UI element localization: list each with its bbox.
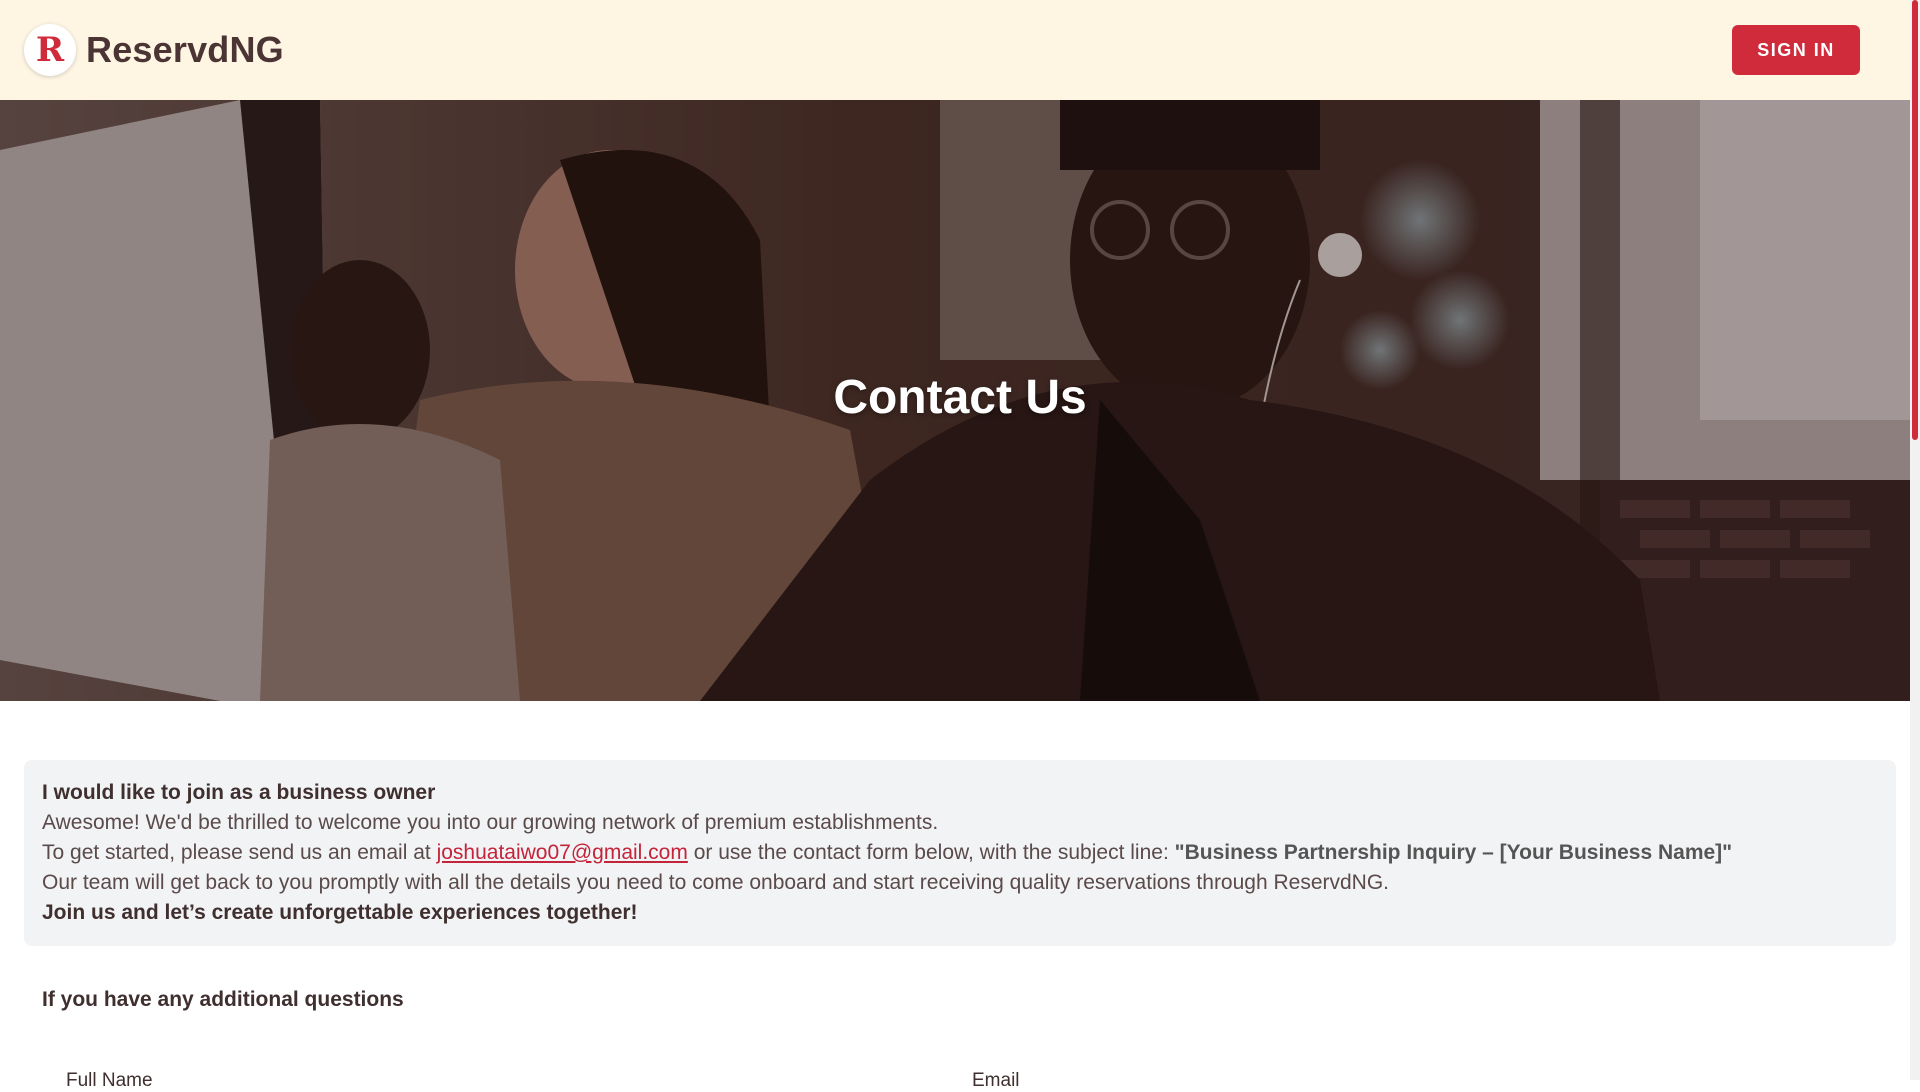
business-owner-info-box: I would like to join as a business owner… <box>24 760 1896 946</box>
info-line-2-middle: or use the contact form below, with the … <box>687 841 1175 864</box>
site-header: R ReservdNG SIGN IN <box>0 0 1910 100</box>
logo-badge-icon: R <box>24 24 76 76</box>
info-line-4: Join us and let’s create unforgettable e… <box>42 901 638 924</box>
full-name-label: Full Name <box>66 1070 153 1091</box>
email-link[interactable]: joshuataiwo07@gmail.com <box>437 841 688 864</box>
hero-banner: Contact Us <box>0 100 1910 701</box>
info-line-3: Our team will get back to you promptly w… <box>42 871 1390 894</box>
subject-line: "Business Partnership Inquiry – [Your Bu… <box>1174 841 1733 864</box>
page-title: Contact Us <box>833 371 1087 424</box>
info-heading: I would like to join as a business owner <box>42 781 436 804</box>
info-line-1: Awesome! We'd be thrilled to welcome you… <box>42 811 939 834</box>
brand-name: ReservdNG <box>86 29 284 70</box>
info-line-2: To get started, please send us an email … <box>42 838 1878 868</box>
additional-questions-heading: If you have any additional questions <box>42 988 404 1011</box>
logo[interactable]: R ReservdNG <box>24 24 284 76</box>
sign-in-button[interactable]: SIGN IN <box>1732 25 1860 75</box>
info-line-2-prefix: To get started, please send us an email … <box>42 841 437 864</box>
logo-letter: R <box>35 30 65 70</box>
scrollbar-thumb[interactable] <box>1912 0 1918 440</box>
email-label: Email <box>972 1070 1020 1091</box>
